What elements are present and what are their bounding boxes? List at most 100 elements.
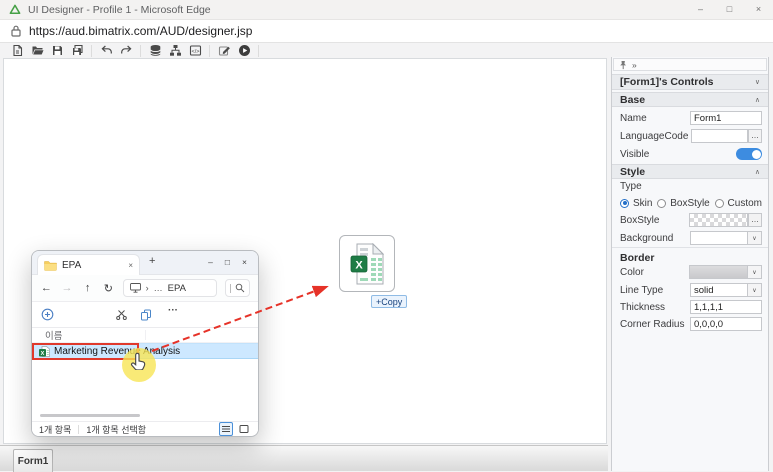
new-tab-icon[interactable]: + — [149, 255, 155, 267]
radio-custom[interactable]: Custom — [715, 198, 762, 209]
redo-icon[interactable] — [116, 44, 136, 58]
horizontal-scrollbar[interactable] — [40, 414, 140, 417]
name-input[interactable] — [690, 111, 762, 125]
copy-icon[interactable] — [140, 309, 152, 321]
browser-titlebar: UI Designer - Profile 1 - Microsoft Edge… — [0, 0, 773, 20]
background-select[interactable]: ∨ — [690, 231, 762, 245]
list-view-icon[interactable] — [219, 422, 233, 436]
tab-close-icon[interactable]: × — [128, 261, 133, 270]
section-border-title: Border — [620, 252, 654, 264]
visible-label: Visible — [620, 149, 649, 160]
maximize-icon[interactable]: □ — [715, 0, 744, 19]
undo-icon[interactable] — [96, 44, 116, 58]
chevron-up-icon: ∧ — [755, 96, 760, 104]
svg-text:</>: </> — [191, 49, 199, 55]
property-row-linetype: Line Type solid ∨ — [620, 282, 762, 298]
close-icon[interactable]: × — [744, 0, 773, 19]
edit-icon[interactable] — [214, 44, 234, 58]
controls-header-title: [Form1]'s Controls — [620, 76, 714, 88]
folder-icon — [44, 260, 57, 271]
toolbar-separator — [140, 45, 141, 57]
refresh-icon[interactable]: ↻ — [102, 282, 115, 295]
radio-dot — [620, 199, 629, 208]
address-url[interactable]: https://aud.bimatrix.com/AUD/designer.js… — [29, 24, 252, 38]
section-style[interactable]: Style ∧ — [612, 164, 768, 179]
minimize-icon[interactable]: – — [686, 0, 715, 19]
name-label: Name — [620, 113, 647, 124]
breadcrumb-overflow-icon[interactable]: … — [154, 283, 163, 293]
status-selected-count: 1개 항목 선택함 — [86, 423, 146, 436]
column-header-name[interactable]: 이름 — [45, 328, 62, 342]
svg-text:X: X — [41, 351, 45, 357]
collapse-panel-icon[interactable]: » — [632, 60, 637, 70]
file-name[interactable]: Marketing Revenue Analysis — [54, 346, 180, 357]
explorer-tab-epa[interactable]: EPA × — [37, 254, 140, 275]
pin-icon[interactable] — [619, 60, 627, 70]
save-all-icon[interactable] — [67, 44, 87, 58]
radio-dot — [715, 199, 724, 208]
run-icon[interactable] — [234, 44, 254, 58]
drag-copy-badge: +Copy — [371, 295, 407, 308]
status-separator — [78, 425, 79, 434]
large-icons-view-icon[interactable] — [237, 422, 251, 436]
form-tab-bar: Form1 — [0, 445, 608, 471]
more-options-icon[interactable]: ··· — [168, 305, 178, 316]
boxstyle-label: BoxStyle — [620, 215, 659, 226]
panel-minibar: » — [613, 58, 767, 71]
chevron-down-icon: ∨ — [755, 78, 760, 86]
chevron-down-icon[interactable]: ∨ — [747, 266, 761, 278]
view-switcher — [219, 422, 251, 436]
breadcrumb-chevron-icon[interactable]: › — [146, 283, 149, 293]
border-color-select[interactable]: ∨ — [689, 265, 762, 279]
radio-skin[interactable]: Skin — [620, 198, 652, 209]
file-explorer-window: EPA × + – □ × ← → ↑ ↻ › … EPA — [31, 250, 259, 437]
tab-form1[interactable]: Form1 — [13, 449, 53, 472]
code-window-icon[interactable]: </> — [185, 44, 205, 58]
close-icon[interactable]: × — [236, 251, 253, 274]
breadcrumb-location[interactable]: EPA — [168, 283, 186, 294]
window-title: UI Designer - Profile 1 - Microsoft Edge — [28, 4, 211, 16]
languagecode-browse-button[interactable]: … — [748, 129, 762, 143]
browser-window-controls: – □ × — [686, 0, 773, 19]
up-icon[interactable]: ↑ — [81, 282, 94, 294]
property-row-background: Background ∨ — [620, 230, 762, 246]
new-document-icon[interactable] — [7, 44, 27, 58]
section-base[interactable]: Base ∧ — [612, 92, 768, 107]
property-row-thickness: Thickness — [620, 299, 762, 315]
corner-radius-input[interactable] — [690, 317, 762, 331]
new-item-icon[interactable] — [41, 308, 54, 321]
maximize-icon[interactable]: □ — [219, 251, 236, 274]
column-separator — [145, 330, 146, 340]
chevron-down-icon[interactable]: ∨ — [747, 232, 761, 244]
linetype-select[interactable]: solid ∨ — [690, 283, 762, 297]
sitemap-icon[interactable] — [165, 44, 185, 58]
thickness-input[interactable] — [690, 300, 762, 314]
type-label: Type — [620, 181, 642, 192]
save-icon[interactable] — [47, 44, 67, 58]
open-folder-icon[interactable] — [27, 44, 47, 58]
controls-header[interactable]: [Form1]'s Controls ∨ — [612, 74, 768, 90]
url-bar: https://aud.bimatrix.com/AUD/designer.js… — [0, 20, 773, 43]
visible-toggle[interactable] — [736, 148, 762, 160]
property-row-languagecode: LanguageCode … — [620, 128, 762, 144]
explorer-address-bar[interactable]: › … EPA — [123, 279, 218, 297]
property-row-color: Color ∨ — [620, 264, 762, 280]
radio-custom-label: Custom — [728, 198, 762, 209]
database-icon[interactable] — [145, 44, 165, 58]
chevron-down-icon[interactable]: ∨ — [747, 284, 761, 296]
radio-boxstyle[interactable]: BoxStyle — [657, 198, 709, 209]
cut-icon[interactable] — [116, 309, 127, 320]
boxstyle-browse-button[interactable]: … — [748, 213, 762, 227]
excel-file-icon-small: X — [39, 346, 50, 357]
checker-pattern — [690, 214, 747, 226]
radio-boxstyle-label: BoxStyle — [670, 198, 709, 209]
boxstyle-swatch[interactable] — [689, 213, 748, 227]
back-icon[interactable]: ← — [40, 282, 53, 294]
explorer-tab-title: EPA — [62, 260, 81, 271]
languagecode-input[interactable] — [691, 129, 748, 143]
text-caret — [230, 284, 231, 293]
excel-drop-item[interactable]: X — [339, 235, 395, 292]
minimize-icon[interactable]: – — [202, 251, 219, 274]
explorer-search-box[interactable] — [225, 279, 250, 297]
color-swatch — [690, 266, 747, 278]
